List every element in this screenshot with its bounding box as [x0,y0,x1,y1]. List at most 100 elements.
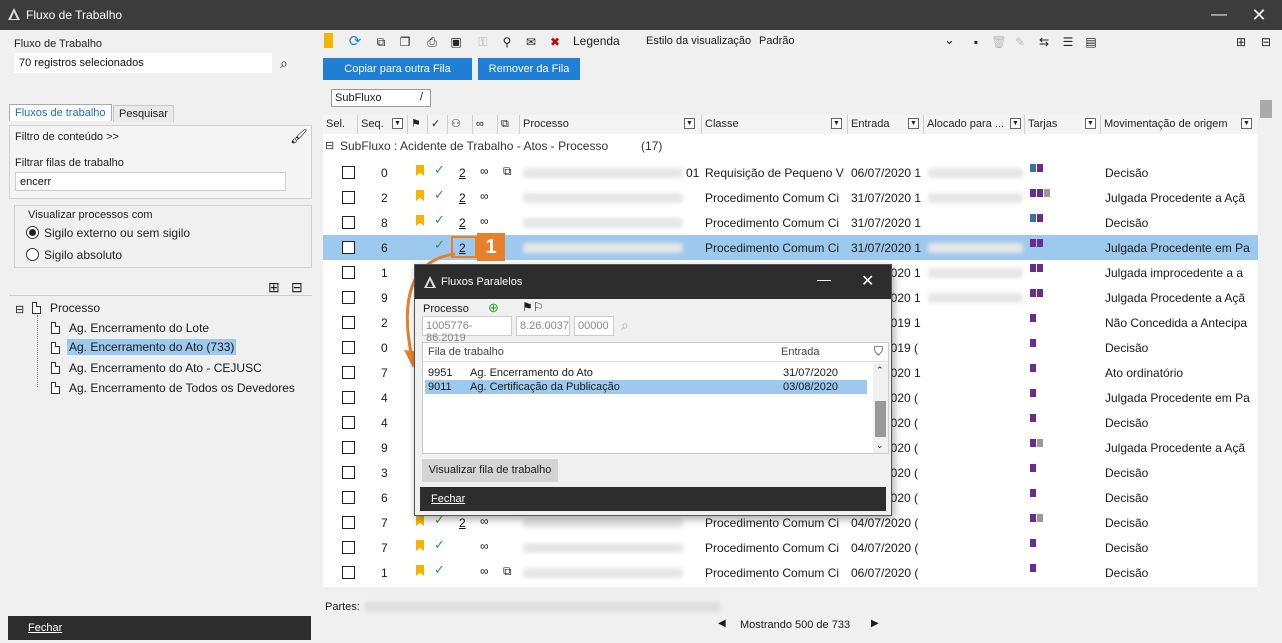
row-checkbox[interactable] [342,416,355,429]
queue-row-selected[interactable]: 9011 Ag. Certificação da Publicação 03/0… [425,380,867,394]
search-icon[interactable]: ⌕ [621,317,629,334]
col-entrada[interactable]: Entrada [781,346,820,358]
col-tarjas[interactable]: Tarjas ▼ [1025,115,1101,134]
col-bookmark-icon[interactable]: ⚑ [408,115,428,134]
content-filter-link[interactable]: Filtro de conteúdo >> [15,131,119,143]
col-copy-icon[interactable]: ⧉ [498,115,520,134]
save-icon[interactable]: ▣ [448,34,464,50]
tree-item-cejusc[interactable]: Ag. Encerramento do Ato - CEJUSC [69,361,262,375]
brush-icon[interactable]: 🖌 [290,128,308,145]
col-seq[interactable]: Seq. ▼ [358,115,408,134]
col-check-icon[interactable]: ✓ [428,115,448,134]
queue-row[interactable]: 9951 Ag. Encerramento do Ato 31/07/2020 [425,366,867,380]
close-dialog-button[interactable]: ✕ [861,271,874,291]
remove-from-queue-button[interactable]: Remover da Fila [478,58,580,80]
tree-collapse-toggle[interactable]: ⊟ [15,303,24,316]
row-checkbox[interactable] [342,291,355,304]
table-row[interactable]: 1 ✓ ∞ ⧉ Procedimento Comum Ci 06/07/2020 (Dec… [323,560,1258,585]
group-row[interactable]: ⊟ SubFluxo : Acidente de Trabalho - Atos… [323,136,1258,158]
group-chip[interactable]: SubFluxo / [331,89,431,107]
col-processo[interactable]: Processo ▼ [520,115,702,134]
tab-fluxos[interactable]: Fluxos de trabalho [9,104,112,121]
row-checkbox[interactable] [342,316,355,329]
export-icon[interactable]: ⇆ [1036,34,1052,50]
col-sel[interactable]: Sel. [323,115,358,134]
table-row[interactable]: 7 ✓ ∞ Procedimento Comum Ci 04/07/2020 (Deci… [323,535,1258,560]
col-people-icon[interactable]: ⚇ [448,115,473,134]
row-checkbox[interactable] [342,466,355,479]
view-queue-button[interactable]: Visualizar fila de trabalho [422,459,558,482]
dialog-close-button[interactable]: Fechar [431,493,465,505]
vertical-scrollbar[interactable] [1258,82,1274,630]
remove-comment-icon[interactable]: ✖ [547,34,563,50]
bookmarks-icon[interactable]: ⚑⚐ [522,300,544,314]
row-checkbox[interactable] [342,241,355,254]
refresh-icon[interactable]: ⟳ [347,34,363,50]
scroll-thumb[interactable] [875,401,886,437]
process-number-field[interactable]: 1005776-86.2019 [422,316,512,344]
workflow-field[interactable]: 70 registros selecionados [14,53,272,73]
chevron-down-icon[interactable]: ⌄ [944,32,955,48]
close-window-button[interactable]: ✕ [1248,4,1270,26]
tab-pesquisar[interactable]: Pesquisar [113,105,174,122]
row-checkbox[interactable] [342,441,355,454]
row-checkbox[interactable] [342,266,355,279]
search-icon[interactable]: ⌕ [280,55,288,72]
view-style-select[interactable]: Padrão [759,35,794,47]
parallel-flow-link[interactable]: 2 [459,191,466,205]
scroll-up-icon[interactable]: ⌃ [876,365,884,376]
chevron-down-icon[interactable]: ▼ [1241,118,1252,129]
chevron-down-icon[interactable]: ▼ [908,118,919,129]
tree-root-processo[interactable]: Processo [50,301,100,315]
row-checkbox[interactable] [342,491,355,504]
row-checkbox[interactable] [342,216,355,229]
dialog-close-bar[interactable]: Fechar [420,487,886,511]
bookmark-icon[interactable] [324,33,333,48]
radio-sigilo-externo[interactable] [26,226,39,239]
chevron-down-icon[interactable]: ▼ [831,118,842,129]
col-entrada[interactable]: Entrada ▼ [848,115,924,134]
legend-button[interactable]: Legenda [573,34,620,48]
col-movimentacao[interactable]: Movimentação de origem ▼ [1101,115,1258,134]
row-checkbox[interactable] [342,366,355,379]
parallel-flow-link[interactable]: 2 [459,216,466,230]
comment-icon[interactable]: ✉ [523,34,539,50]
tree-item-devedores[interactable]: Ag. Encerramento de Todos os Devedores [69,381,295,395]
table-row[interactable]: 0 ✓ 2 ∞ ⧉ 01 Requisição de Pequeno V 06/07/2020… [323,160,1258,185]
minimize-button[interactable]: — [1208,4,1230,26]
chevron-down-icon[interactable]: ▼ [392,118,403,129]
save-view-icon[interactable]: ▪ [968,34,984,50]
tree-collapse-icon[interactable]: ⊟ [291,279,303,296]
copy-icon[interactable]: ⧉ [373,34,389,50]
tree-item-lote[interactable]: Ag. Encerramento do Lote [69,321,209,335]
filter-input[interactable]: encerr [15,172,286,191]
next-page-icon[interactable]: ▶ [871,618,879,629]
process-origin-field[interactable]: 00000 [574,316,614,336]
document-icon[interactable]: ☰ [1060,34,1076,50]
chevron-down-icon[interactable]: ▼ [684,118,695,129]
lock-icon[interactable]: ⚿ [475,34,491,50]
scroll-down-icon[interactable]: ⌄ [876,440,884,451]
radio-sigilo-absoluto[interactable] [26,248,39,261]
row-checkbox[interactable] [342,566,355,579]
tree-expand-icon[interactable]: ⊞ [268,279,280,296]
chevron-down-icon[interactable]: ▼ [1085,118,1096,129]
col-fila[interactable]: Fila de trabalho [428,346,504,358]
row-checkbox[interactable] [342,541,355,554]
table-row[interactable]: 8 ✓ 2 ∞ Procedimento Comum Ci 31/07/2020 1 Dec… [323,210,1258,235]
scroll-thumb[interactable] [1260,100,1272,118]
row-checkbox[interactable] [342,516,355,529]
col-classe[interactable]: Classe ▼ [702,115,848,134]
row-checkbox[interactable] [342,341,355,354]
minimize-button[interactable]: — [817,271,831,287]
left-close-bar[interactable]: Fechar [8,616,311,640]
col-link-icon[interactable]: ∞ [473,115,498,134]
filter-icon[interactable]: ⛉ [874,344,883,359]
collapse-all-icon[interactable]: ⊟ [1258,34,1274,50]
group-collapse-icon[interactable]: ⊟ [325,139,334,152]
row-checkbox[interactable] [342,166,355,179]
tree-item-ato[interactable]: Ag. Encerramento do Ato (733) [67,339,237,355]
sort-icon[interactable]: / [420,91,423,103]
zoom-icon[interactable]: ⚲ [499,34,515,50]
chevron-down-icon[interactable]: ▼ [1010,118,1021,129]
